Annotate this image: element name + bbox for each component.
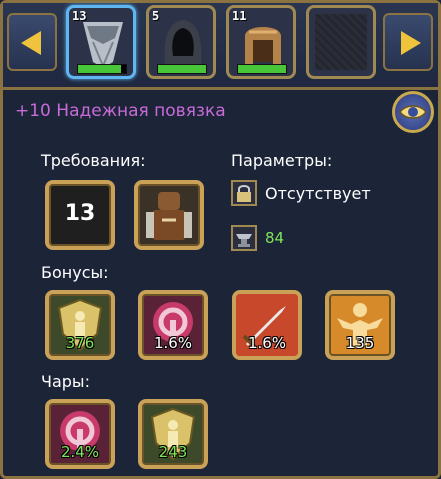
arrow-right-icon [401, 31, 421, 55]
durability-param: 84 [231, 225, 284, 251]
slot-health-bar [77, 64, 127, 74]
arrow-left-icon [21, 31, 41, 55]
bonus-value: 1.6% [247, 334, 287, 352]
bonus-tile-3[interactable]: 1.6% [232, 290, 302, 360]
lock-icon [231, 180, 257, 206]
carousel-slot-2[interactable]: 5 [146, 5, 216, 79]
eye-icon [399, 105, 427, 119]
lock-status: Отсутствует [265, 183, 371, 203]
enchant-tile-1[interactable]: 2.4% [45, 399, 115, 469]
prev-arrow-button[interactable] [7, 13, 57, 71]
helmet-icon [245, 27, 281, 68]
binding-param: Отсутствует [231, 180, 371, 206]
bonus-tile-2[interactable]: 1.6% [138, 290, 208, 360]
enchant-value: 2.4% [60, 443, 100, 461]
bonus-value: 1.6% [153, 334, 193, 352]
required-class-tile[interactable] [134, 180, 204, 250]
next-arrow-button[interactable] [383, 13, 433, 71]
carousel-slot-1[interactable]: 13 [66, 5, 136, 79]
slot-health-bar [157, 64, 207, 74]
bonus-tile-4[interactable]: 135 [325, 290, 395, 360]
carousel-slot-3[interactable]: 11 [226, 5, 296, 79]
requirements-label: Требования: [41, 151, 146, 170]
bonus-tile-1[interactable]: 376 [45, 290, 115, 360]
bonus-value: 135 [345, 334, 375, 352]
cloth-bandage-icon [83, 22, 123, 69]
enchant-label: Чары: [41, 372, 90, 391]
item-info-panel: 13 5 11 +10 Надежная повязка Требования:… [0, 0, 441, 479]
bonuses-label: Бонусы: [41, 263, 109, 282]
carousel-slot-4[interactable] [306, 5, 376, 79]
warrior-class-icon [146, 192, 192, 240]
enchant-value: 243 [158, 443, 188, 461]
anvil-value: 84 [265, 229, 285, 247]
required-level: 13 [64, 201, 96, 226]
bonus-value: 376 [65, 334, 95, 352]
anvil-icon [231, 225, 257, 251]
hood-icon [164, 20, 202, 68]
view-item-button[interactable] [392, 91, 434, 133]
empty-slot-icon [315, 14, 367, 70]
required-level-tile[interactable]: 13 [45, 180, 115, 250]
enchant-tile-2[interactable]: 243 [138, 399, 208, 469]
slot-health-bar [237, 64, 287, 74]
item-title: +10 Надежная повязка [15, 101, 226, 121]
parameters-label: Параметры: [231, 151, 333, 170]
item-carousel: 13 5 11 [3, 3, 438, 90]
